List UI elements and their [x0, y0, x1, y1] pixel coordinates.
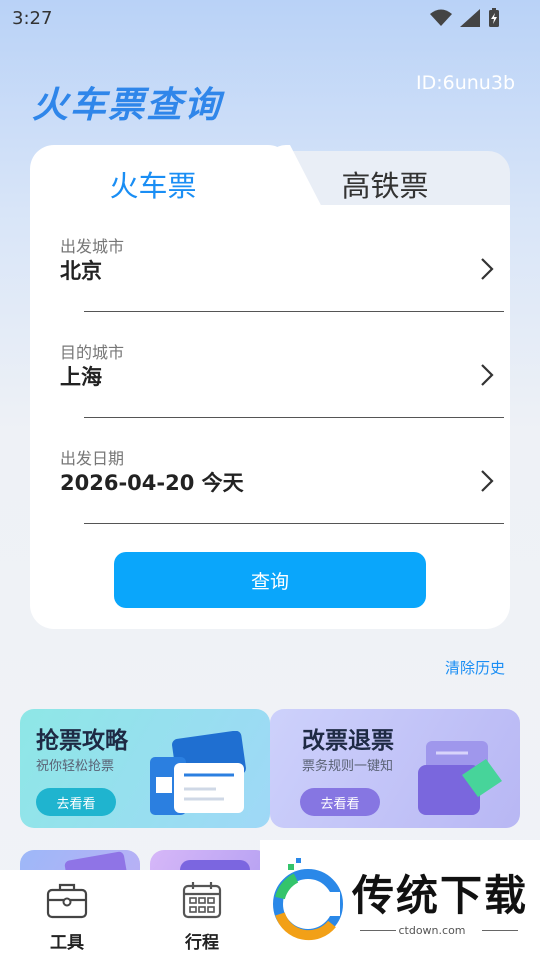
divider	[84, 417, 504, 418]
nav-itinerary[interactable]: 行程	[157, 880, 247, 953]
nav-tools[interactable]: 工具	[22, 880, 112, 953]
chevron-right-icon	[481, 470, 494, 492]
destination-city-field[interactable]: 目的城市 上海	[60, 339, 504, 445]
user-id-label: ID:6unu3b	[416, 72, 515, 94]
departure-date-field[interactable]: 出发日期 2026-04-20 今天	[60, 445, 504, 551]
refund-ticket-illustration-icon	[418, 741, 502, 815]
promo-subtitle: 祝你轻松抢票	[36, 759, 115, 774]
departure-city-label: 出发城市	[60, 237, 125, 256]
promo-change-refund[interactable]: 改票退票 票务规则一键知 去看看	[270, 709, 520, 828]
destination-city-value: 上海	[60, 365, 102, 389]
ctdown-logo-icon	[273, 858, 343, 941]
promo-title: 抢票攻略	[36, 728, 128, 754]
ticket-illustration-icon	[150, 731, 246, 815]
watermark: 传统下载 ctdown.com	[260, 840, 540, 960]
divider	[482, 930, 518, 931]
status-icons	[430, 8, 500, 28]
ticket-search-card: 出发城市 北京 目的城市 上海 出发日期 2026-04-20 今天 查询 火车…	[30, 145, 510, 629]
nav-label-itinerary: 行程	[185, 933, 219, 953]
search-form: 出发城市 北京 目的城市 上海 出发日期 2026-04-20 今天 查询	[30, 205, 510, 629]
nav-label-tools: 工具	[50, 933, 84, 953]
departure-date-value: 2026-04-20 今天	[60, 471, 244, 495]
divider	[84, 523, 504, 524]
departure-city-field[interactable]: 出发城市 北京	[60, 233, 504, 339]
promo-go-button[interactable]: 去看看	[36, 788, 116, 816]
page-title: 火车票查询	[32, 85, 223, 126]
divider	[84, 311, 504, 312]
signal-icon	[460, 9, 480, 27]
destination-city-label: 目的城市	[60, 343, 125, 362]
chevron-right-icon	[481, 258, 494, 280]
chevron-right-icon	[481, 364, 494, 386]
promo-title: 改票退票	[302, 728, 394, 754]
promo-grab-tickets[interactable]: 抢票攻略 祝你轻松抢票 去看看	[20, 709, 270, 828]
status-time: 3:27	[12, 8, 53, 29]
watermark-text: 传统下载	[352, 871, 529, 920]
calendar-icon	[182, 882, 222, 919]
wifi-icon	[430, 9, 452, 26]
clear-history-link[interactable]: 清除历史	[445, 657, 505, 678]
query-button[interactable]: 查询	[114, 552, 426, 608]
tab-high-speed-ticket[interactable]: 高铁票	[290, 163, 480, 205]
battery-icon	[489, 8, 499, 27]
toolbox-icon	[46, 883, 88, 919]
departure-date-label: 出发日期	[60, 449, 125, 468]
departure-city-value: 北京	[60, 259, 102, 283]
tab-train-ticket[interactable]: 火车票	[30, 163, 276, 205]
status-bar: 3:27	[0, 0, 540, 36]
promo-subtitle: 票务规则一键知	[302, 759, 394, 774]
promo-go-button[interactable]: 去看看	[300, 788, 380, 816]
